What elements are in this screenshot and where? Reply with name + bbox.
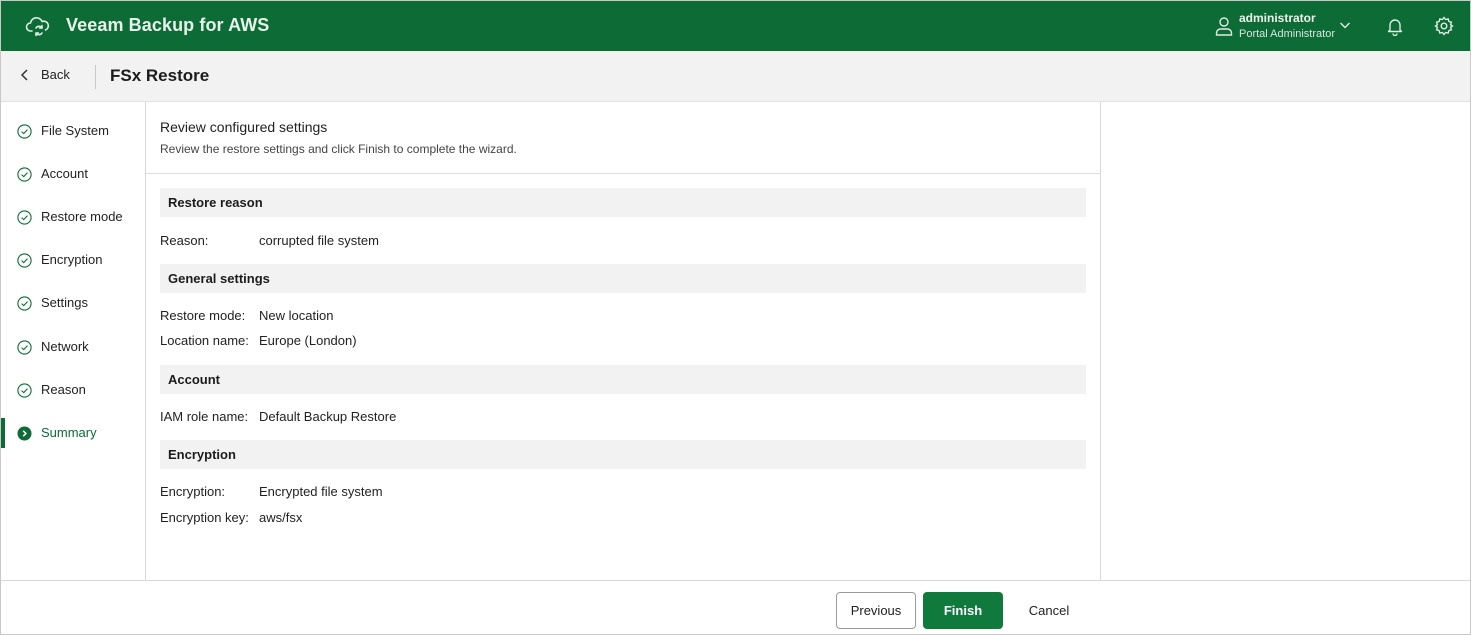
step-file-system[interactable]: File System xyxy=(1,116,145,146)
arrow-circle-icon xyxy=(17,426,32,441)
bell-icon[interactable] xyxy=(1385,16,1405,36)
row-key: Encryption key: xyxy=(160,510,249,525)
step-network[interactable]: Network xyxy=(1,332,145,362)
chevron-left-icon xyxy=(20,68,28,81)
divider xyxy=(146,173,1100,174)
step-label: Summary xyxy=(41,425,97,440)
row-value: aws/fsx xyxy=(259,510,303,525)
step-encryption[interactable]: Encryption xyxy=(1,245,145,275)
page-header: Back FSx Restore xyxy=(1,51,1470,102)
row-key: Reason: xyxy=(160,233,209,248)
step-summary[interactable]: Summary xyxy=(1,418,145,448)
section-header-restore-reason: Restore reason xyxy=(160,188,1086,217)
active-step-indicator xyxy=(1,418,5,448)
summary-panel: Review configured settings Review the re… xyxy=(146,102,1101,580)
app-window: Veeam Backup for AWS administrator Porta… xyxy=(0,0,1471,635)
row-value: corrupted file system xyxy=(259,233,379,248)
back-label: Back xyxy=(41,67,70,82)
section-header-label: Restore reason xyxy=(168,195,263,210)
check-circle-icon xyxy=(17,383,32,398)
wizard-steps: File System Account Restore mode Encrypt… xyxy=(1,102,146,580)
row-value: Default Backup Restore xyxy=(259,409,397,424)
check-circle-icon xyxy=(17,253,32,268)
step-label: File System xyxy=(41,123,109,138)
wizard-footer: Previous Finish Cancel xyxy=(1,580,1470,634)
step-label: Settings xyxy=(41,295,88,310)
row-value: Europe (London) xyxy=(259,333,357,348)
row-key: Location name: xyxy=(160,333,249,348)
check-circle-icon xyxy=(17,296,32,311)
section-subtitle: Review the restore settings and click Fi… xyxy=(160,142,517,156)
section-header-encryption: Encryption xyxy=(160,440,1086,469)
step-restore-mode[interactable]: Restore mode xyxy=(1,202,145,232)
section-title: Review configured settings xyxy=(160,119,328,135)
step-account[interactable]: Account xyxy=(1,159,145,189)
step-label: Encryption xyxy=(41,252,103,267)
cancel-button[interactable]: Cancel xyxy=(1011,592,1087,629)
header-divider xyxy=(95,65,96,89)
back-button[interactable]: Back xyxy=(19,67,70,82)
top-bar: Veeam Backup for AWS administrator Porta… xyxy=(1,1,1470,51)
chevron-down-icon[interactable] xyxy=(1339,20,1351,30)
row-key: Restore mode: xyxy=(160,308,246,323)
check-circle-icon xyxy=(17,167,32,182)
step-reason[interactable]: Reason xyxy=(1,375,145,405)
right-panel xyxy=(1101,102,1470,580)
user-name[interactable]: administrator xyxy=(1239,11,1316,25)
previous-button[interactable]: Previous xyxy=(836,592,916,629)
step-settings[interactable]: Settings xyxy=(1,288,145,318)
step-label: Restore mode xyxy=(41,209,123,224)
page-title: FSx Restore xyxy=(110,66,210,85)
user-role: Portal Administrator xyxy=(1239,28,1335,40)
step-label: Account xyxy=(41,166,88,181)
cloud-sync-icon xyxy=(25,17,50,37)
user-icon[interactable] xyxy=(1215,16,1233,36)
section-header-label: Encryption xyxy=(168,447,236,462)
row-value: Encrypted file system xyxy=(259,484,383,499)
section-header-label: Account xyxy=(168,372,220,387)
check-circle-icon xyxy=(17,210,32,225)
check-circle-icon xyxy=(17,124,32,139)
check-circle-icon xyxy=(17,340,32,355)
section-header-label: General settings xyxy=(168,271,270,286)
finish-button[interactable]: Finish xyxy=(923,592,1003,629)
step-label: Reason xyxy=(41,382,86,397)
gear-icon[interactable] xyxy=(1434,16,1454,36)
section-header-general-settings: General settings xyxy=(160,264,1086,293)
row-key: IAM role name: xyxy=(160,409,249,424)
row-key: Encryption: xyxy=(160,484,226,499)
app-title: Veeam Backup for AWS xyxy=(66,15,270,35)
section-header-account: Account xyxy=(160,365,1086,394)
row-value: New location xyxy=(259,308,334,323)
step-label: Network xyxy=(41,339,89,354)
